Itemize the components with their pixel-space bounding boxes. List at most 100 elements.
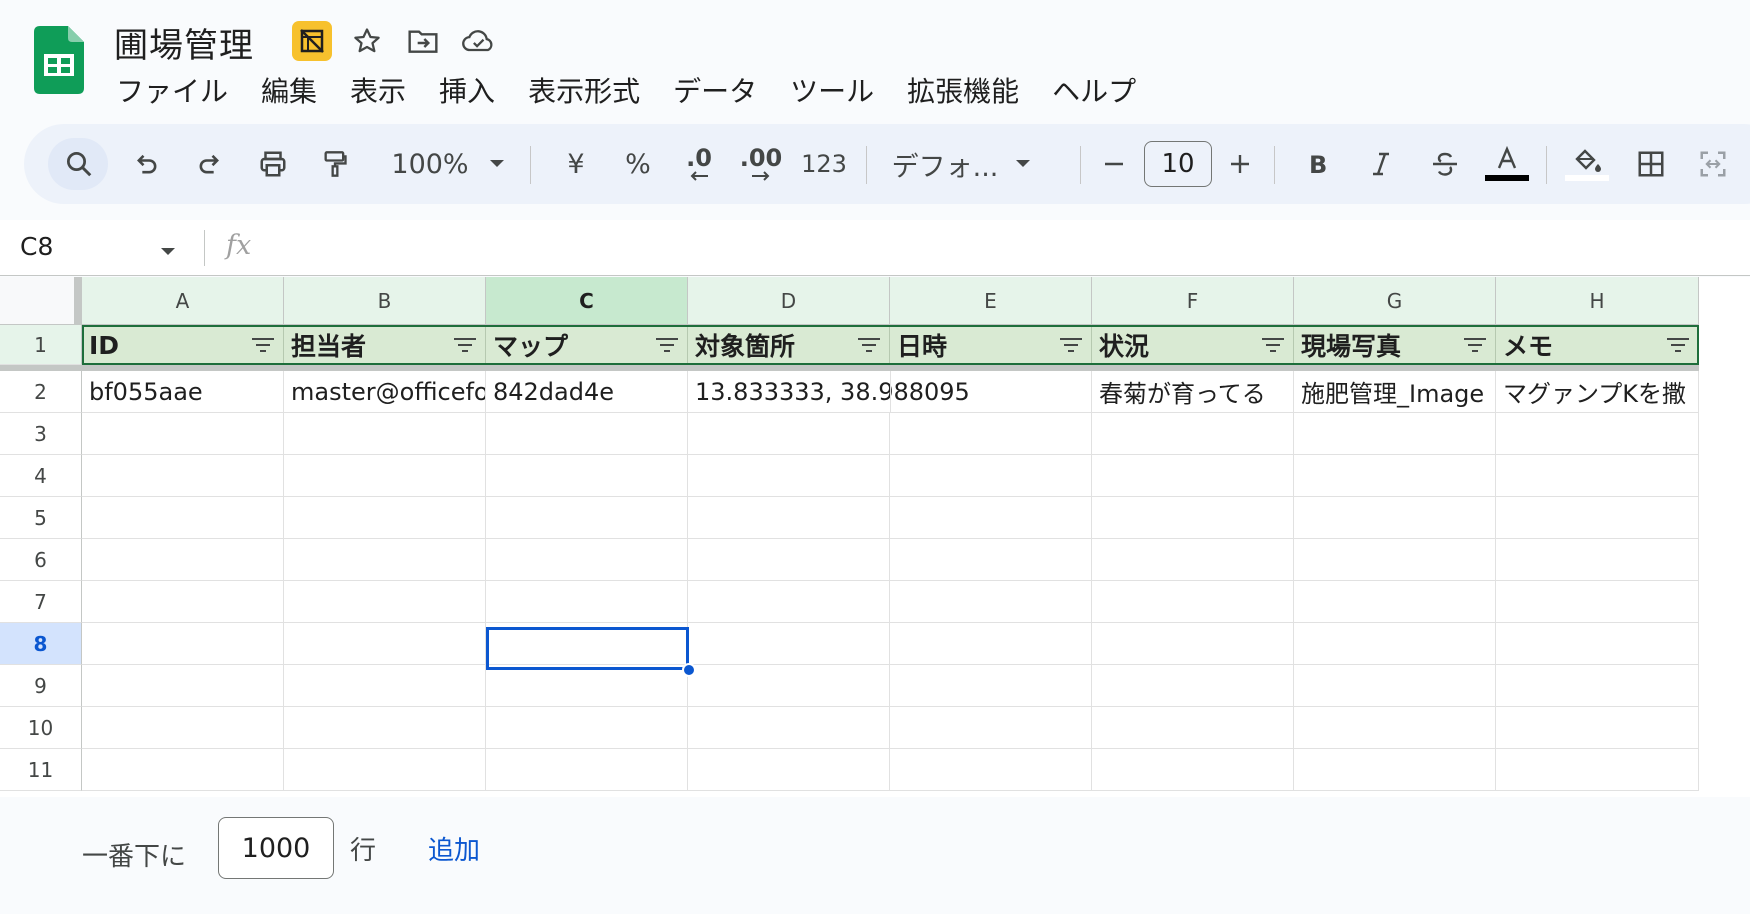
menu-insert[interactable]: 挿入 <box>439 70 511 110</box>
cell-f4[interactable] <box>1092 455 1294 497</box>
header-cell-assignee[interactable]: 担当者 <box>284 325 486 365</box>
cell-f3[interactable] <box>1092 413 1294 455</box>
cell-a8[interactable] <box>82 623 284 665</box>
header-cell-id[interactable]: ID <box>82 325 284 365</box>
menu-view[interactable]: 表示 <box>350 70 422 110</box>
cell-h3[interactable] <box>1496 413 1699 455</box>
cell-a5[interactable] <box>82 497 284 539</box>
move-folder-icon[interactable] <box>402 20 444 62</box>
cell-c10[interactable] <box>486 707 688 749</box>
cell-e6[interactable] <box>890 539 1092 581</box>
sheet-grid[interactable]: A B C D E F G H 1 ID 担当者 マップ 対象箇所 日時 状況 … <box>0 277 1750 797</box>
cell-c9[interactable] <box>486 665 688 707</box>
cell-h10[interactable] <box>1496 707 1699 749</box>
add-rows-button[interactable]: 追加 <box>428 830 480 867</box>
cell-c7[interactable] <box>486 581 688 623</box>
cell-g4[interactable] <box>1294 455 1496 497</box>
print-icon[interactable] <box>248 124 298 204</box>
cell-d9[interactable] <box>688 665 890 707</box>
fill-color-icon[interactable] <box>1562 124 1612 204</box>
decrease-font-size-icon[interactable] <box>1094 124 1134 204</box>
cell-b6[interactable] <box>284 539 486 581</box>
cell-a6[interactable] <box>82 539 284 581</box>
chevron-down-icon[interactable] <box>160 242 176 261</box>
name-box[interactable]: C8 <box>20 232 53 261</box>
cell-d11[interactable] <box>688 749 890 791</box>
zoom-select[interactable]: 100% <box>380 124 480 204</box>
column-header-b[interactable]: B <box>284 277 486 325</box>
cell-e4[interactable] <box>890 455 1092 497</box>
cell-c6[interactable] <box>486 539 688 581</box>
row-header-9[interactable]: 9 <box>0 665 82 707</box>
cell-g8[interactable] <box>1294 623 1496 665</box>
cell-g10[interactable] <box>1294 707 1496 749</box>
font-family-select[interactable]: デフォ... <box>890 124 1000 204</box>
unsynced-badge-icon[interactable] <box>292 21 332 61</box>
column-header-d[interactable]: D <box>688 277 890 325</box>
cell-g6[interactable] <box>1294 539 1496 581</box>
cell-f11[interactable] <box>1092 749 1294 791</box>
cell-e10[interactable] <box>890 707 1092 749</box>
cell-h6[interactable] <box>1496 539 1699 581</box>
cell-b5[interactable] <box>284 497 486 539</box>
cell-h7[interactable] <box>1496 581 1699 623</box>
cell-b8[interactable] <box>284 623 486 665</box>
cell-h2[interactable]: マグァンプKを撒 <box>1496 371 1699 413</box>
cell-a9[interactable] <box>82 665 284 707</box>
cell-b7[interactable] <box>284 581 486 623</box>
borders-icon[interactable] <box>1626 124 1676 204</box>
cell-e8[interactable] <box>890 623 1092 665</box>
header-cell-memo[interactable]: メモ <box>1496 325 1699 365</box>
column-header-e[interactable]: E <box>890 277 1092 325</box>
cell-h4[interactable] <box>1496 455 1699 497</box>
cell-a10[interactable] <box>82 707 284 749</box>
cell-e5[interactable] <box>890 497 1092 539</box>
cell-f2[interactable]: 春菊が育ってる <box>1092 371 1294 413</box>
currency-format-button[interactable]: ¥ <box>556 124 596 204</box>
header-cell-status[interactable]: 状況 <box>1092 325 1294 365</box>
cell-a4[interactable] <box>82 455 284 497</box>
cell-c8[interactable] <box>486 623 688 665</box>
cell-g2[interactable]: 施肥管理_Image <box>1294 371 1496 413</box>
menu-data[interactable]: データ <box>673 70 773 110</box>
cell-b3[interactable] <box>284 413 486 455</box>
formula-input[interactable] <box>270 228 1730 268</box>
filter-icon[interactable] <box>453 336 477 354</box>
cell-d8[interactable] <box>688 623 890 665</box>
filter-icon[interactable] <box>857 336 881 354</box>
filter-icon[interactable] <box>1059 336 1083 354</box>
cell-f8[interactable] <box>1092 623 1294 665</box>
chevron-down-icon[interactable] <box>482 124 512 204</box>
menu-extensions[interactable]: 拡張機能 <box>907 70 1035 110</box>
cell-f9[interactable] <box>1092 665 1294 707</box>
cell-a3[interactable] <box>82 413 284 455</box>
cell-c3[interactable] <box>486 413 688 455</box>
menu-tools[interactable]: ツール <box>790 70 890 110</box>
paint-format-icon[interactable] <box>310 124 360 204</box>
filter-icon[interactable] <box>1261 336 1285 354</box>
cell-h11[interactable] <box>1496 749 1699 791</box>
row-header-2[interactable]: 2 <box>0 371 82 413</box>
italic-icon[interactable] <box>1358 124 1404 204</box>
column-header-f[interactable]: F <box>1092 277 1294 325</box>
bold-icon[interactable]: B <box>1294 124 1340 204</box>
cell-f10[interactable] <box>1092 707 1294 749</box>
menu-edit[interactable]: 編集 <box>261 70 333 110</box>
menu-help[interactable]: ヘルプ <box>1052 70 1152 110</box>
cell-c5[interactable] <box>486 497 688 539</box>
row-header-3[interactable]: 3 <box>0 413 82 455</box>
redo-icon[interactable] <box>184 124 234 204</box>
row-header-11[interactable]: 11 <box>0 749 82 791</box>
row-header-7[interactable]: 7 <box>0 581 82 623</box>
cell-e3[interactable] <box>890 413 1092 455</box>
cell-a11[interactable] <box>82 749 284 791</box>
cell-d7[interactable] <box>688 581 890 623</box>
cell-a2[interactable]: bf055aae <box>82 371 284 413</box>
cell-c11[interactable] <box>486 749 688 791</box>
cell-g7[interactable] <box>1294 581 1496 623</box>
more-formats-button[interactable]: 123 <box>796 124 852 204</box>
row-header-8[interactable]: 8 <box>0 623 82 665</box>
column-header-c[interactable]: C <box>486 277 688 325</box>
header-cell-photo[interactable]: 現場写真 <box>1294 325 1496 365</box>
cell-g5[interactable] <box>1294 497 1496 539</box>
